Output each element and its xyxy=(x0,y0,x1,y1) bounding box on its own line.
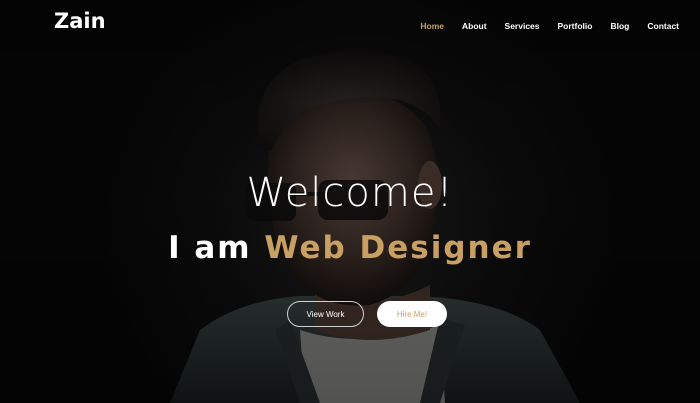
nav-link-services[interactable]: Services xyxy=(505,21,540,31)
headline-accent: Web Designer xyxy=(264,230,532,266)
nav-link-portfolio[interactable]: Portfolio xyxy=(558,21,593,31)
nav-link-blog[interactable]: Blog xyxy=(610,21,629,31)
nav-link-about[interactable]: About xyxy=(462,21,487,31)
nav-link-contact[interactable]: Contact xyxy=(647,21,679,31)
brand-logo[interactable]: Zain xyxy=(54,9,106,33)
view-work-button[interactable]: View Work xyxy=(287,301,364,327)
nav-menu: Home About Services Portfolio Blog Conta… xyxy=(402,16,679,34)
hire-me-button[interactable]: Hire Me! xyxy=(377,301,447,327)
hero-headline: I am Web Designer xyxy=(0,230,700,266)
navbar: Zain Home About Services Portfolio Blog … xyxy=(0,0,700,44)
welcome-heading: Welcome! xyxy=(246,170,454,216)
hero-section: Zain Home About Services Portfolio Blog … xyxy=(0,0,700,403)
nav-link-home[interactable]: Home xyxy=(420,21,444,31)
headline-prefix: I am xyxy=(168,230,252,266)
